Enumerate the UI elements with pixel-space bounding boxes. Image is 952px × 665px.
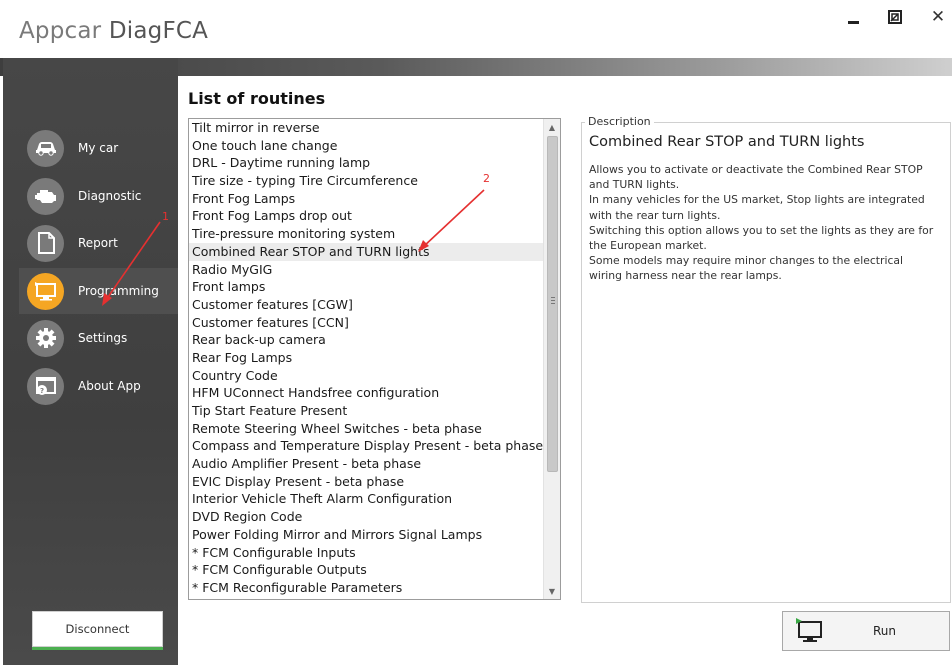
list-item[interactable]: Tire-pressure monitoring system [189, 225, 544, 243]
annotation-marker-2: 2 [483, 172, 490, 185]
close-icon: ✕ [930, 7, 946, 27]
list-item[interactable]: Combined Rear STOP and TURN lights [189, 242, 544, 261]
scroll-up-arrow-icon[interactable]: ▲ [544, 119, 560, 135]
connection-status-bar [32, 647, 163, 650]
run-monitor-icon [796, 618, 822, 642]
description-line: Allows you to activate or deactivate the… [589, 163, 923, 192]
engine-icon [27, 177, 64, 215]
document-icon [27, 224, 64, 262]
list-item[interactable]: Radio MyGIG [189, 261, 544, 279]
disconnect-label: Disconnect [65, 622, 130, 636]
svg-text:?: ? [40, 387, 44, 395]
app-title-bold: DiagFCA [108, 18, 209, 44]
sidebar-item-label: Settings [78, 331, 128, 345]
app-title: Appcar DiagFCA [19, 18, 208, 44]
page-title: List of routines [188, 89, 326, 108]
list-item[interactable]: Front Fog Lamps [189, 190, 544, 208]
list-item[interactable]: Interior Vehicle Theft Alarm Configurati… [189, 490, 544, 508]
list-item[interactable]: * FCM Configurable Inputs [189, 544, 544, 562]
sidebar-item-label: Programming [78, 284, 159, 298]
scroll-down-arrow-icon[interactable]: ▼ [544, 583, 560, 599]
routines-list-items: Tilt mirror in reverse One touch lane cha… [189, 119, 544, 597]
sidebar: My car Diagnostic Report Programming Set… [3, 58, 178, 665]
disconnect-button[interactable]: Disconnect [32, 611, 163, 647]
sidebar-item-report[interactable]: Report [19, 220, 178, 266]
description-legend: Description [585, 115, 654, 128]
maximize-button[interactable] [882, 6, 908, 28]
list-item[interactable]: Remote Steering Wheel Switches - beta ph… [189, 420, 544, 438]
minimize-button[interactable] [840, 6, 866, 28]
car-icon [27, 129, 64, 167]
list-item[interactable]: Customer features [CGW] [189, 296, 544, 314]
sidebar-item-label: Diagnostic [78, 189, 142, 203]
help-window-icon: ? [27, 367, 64, 405]
sidebar-item-settings[interactable]: Settings [19, 315, 178, 361]
list-item[interactable]: Tire size - typing Tire Circumference [189, 172, 544, 190]
list-item[interactable]: DVD Region Code [189, 508, 544, 526]
close-button[interactable]: ✕ [925, 6, 951, 28]
minimize-icon [847, 20, 859, 24]
list-item[interactable]: Tilt mirror in reverse [189, 119, 544, 137]
list-item[interactable]: EVIC Display Present - beta phase [189, 473, 544, 491]
sidebar-item-label: My car [78, 141, 119, 155]
sidebar-item-about-app[interactable]: ? About App [19, 363, 178, 409]
routines-list[interactable]: Tilt mirror in reverse One touch lane cha… [188, 118, 561, 600]
annotation-marker-1: 1 [162, 210, 169, 223]
description-text: Allows you to activate or deactivate the… [589, 162, 934, 284]
description-line: In many vehicles for the US market, Stop… [589, 193, 925, 222]
sidebar-item-diagnostic[interactable]: Diagnostic [19, 173, 178, 219]
list-item[interactable]: Front lamps [189, 278, 544, 296]
list-item[interactable]: DRL - Daytime running lamp [189, 154, 544, 172]
sidebar-item-my-car[interactable]: My car [19, 125, 178, 171]
run-button[interactable]: Run [782, 611, 950, 651]
maximize-icon [888, 10, 902, 24]
scroll-thumb[interactable] [547, 136, 558, 472]
list-item[interactable]: Rear back-up camera [189, 331, 544, 349]
monitor-icon [27, 272, 64, 310]
app-title-light: Appcar [19, 18, 109, 44]
list-item[interactable]: Audio Amplifier Present - beta phase [189, 455, 544, 473]
sidebar-item-label: Report [78, 236, 118, 250]
list-item[interactable]: One touch lane change [189, 137, 544, 155]
description-line: Some models may require minor changes to… [589, 254, 903, 283]
list-item[interactable]: Front Fog Lamps drop out [189, 207, 544, 225]
list-item[interactable]: Rear Fog Lamps [189, 349, 544, 367]
description-title: Combined Rear STOP and TURN lights [589, 134, 865, 150]
run-label: Run [873, 624, 897, 638]
list-item[interactable]: Customer features [CCN] [189, 314, 544, 332]
scroll-grip-icon [551, 297, 555, 304]
list-item[interactable]: Tip Start Feature Present [189, 402, 544, 420]
list-item[interactable]: Power Folding Mirror and Mirrors Signal … [189, 526, 544, 544]
list-item[interactable]: * FCM Reconfigurable Parameters [189, 579, 544, 597]
routines-scrollbar[interactable]: ▲ ▼ [543, 119, 560, 599]
gear-icon [27, 319, 64, 357]
list-item[interactable]: HFM UConnect Handsfree configuration [189, 384, 544, 402]
sidebar-item-label: About App [78, 379, 141, 393]
list-item[interactable]: * FCM Configurable Outputs [189, 561, 544, 579]
title-bar: Appcar DiagFCA ✕ [0, 0, 952, 58]
description-line: Switching this option allows you to set … [589, 223, 934, 253]
sidebar-item-programming[interactable]: Programming [19, 268, 178, 314]
list-item[interactable]: Compass and Temperature Display Present … [189, 437, 544, 455]
main-panel: List of routines Tilt mirror in reverse O… [178, 76, 952, 665]
list-item[interactable]: Country Code [189, 367, 544, 385]
